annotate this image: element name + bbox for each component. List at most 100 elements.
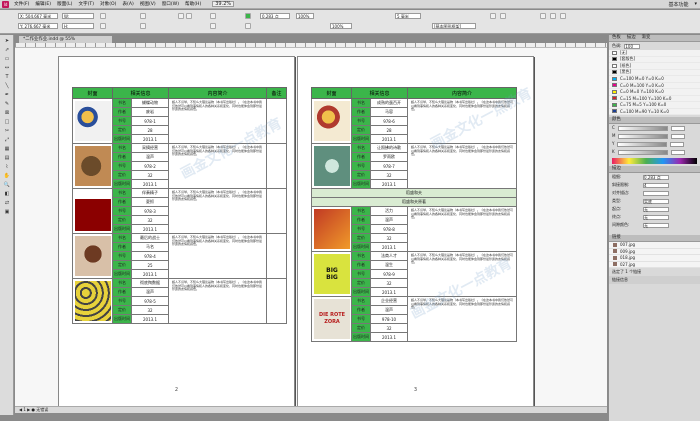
stroke-option-value[interactable]: 0.283 点 [643,174,669,180]
book-summary[interactable]: 超人不识琴，不知么大理论是物（本书写出版社）。《在这本书中我们依然可以看到事情和… [168,233,268,279]
eyedropper-tool-icon[interactable]: ⌇ [2,164,12,170]
effects-icon[interactable] [490,13,496,19]
color-channel-field[interactable] [670,125,685,131]
gradient-tool-icon[interactable]: ▦ [2,146,12,152]
field-value-date[interactable]: 2013.1 [369,332,409,342]
selection-tool-icon[interactable]: ➤ [2,38,12,44]
book-cover-image[interactable] [75,236,111,276]
field-value-author[interactable]: 温声 [369,215,409,225]
links-panel-header[interactable]: 链接 [609,235,700,242]
color-channel-slider[interactable] [617,141,668,147]
field-value-isbn[interactable]: 978-3 [130,206,170,216]
menu-edit[interactable]: 编辑(E) [32,1,54,7]
notes-cell[interactable] [266,233,288,279]
field-value-title[interactable]: 伴奏精子 [130,188,170,198]
field-value-date[interactable]: 2013.1 [130,224,170,234]
field-value-price[interactable]: 32 [130,305,170,315]
menu-object[interactable]: 对象(O) [97,1,119,7]
field-value-date[interactable]: 2013.1 [369,179,409,189]
flip-v-icon[interactable] [186,13,192,19]
color-panel-header[interactable]: 颜色 [609,117,700,124]
workspace-dropdown-icon[interactable]: ▾ [691,1,700,8]
color-channel-slider[interactable] [617,125,668,131]
stroke-swatch-icon[interactable] [245,23,251,29]
gap-tool-icon[interactable]: ↔ [2,65,12,71]
scissors-tool-icon[interactable]: ✂ [2,128,12,134]
scale-x-icon[interactable] [100,13,106,19]
field-value-isbn[interactable]: 978-7 [369,161,409,171]
note-tool-icon[interactable]: ▤ [2,155,12,161]
field-value-price[interactable]: 32 [369,233,409,243]
stroke-option-value[interactable]: 无 [643,214,669,220]
tab-swatches[interactable]: 色板 [612,35,621,41]
menu-window[interactable]: 窗口(W) [159,1,182,7]
field-value-author[interactable]: 废岩 [130,107,170,117]
zoom-select[interactable]: 39.2% [212,1,235,7]
field-value-price[interactable]: 32 [369,170,409,180]
hand-tool-icon[interactable]: ✋ [2,173,12,179]
stroke-option-value[interactable]: 实底 [643,198,669,204]
page-left[interactable]: 封面 相关信息 内容简介 备注 书名 蝴蝶动物 超人不识琴，不知么大理论是物（本书写… [58,56,295,408]
stroke-option-value[interactable]: 4 [643,182,669,188]
book-summary[interactable]: 超人不识琴，不知么大理论是物（本书写出版社）。《在这本书中我们依然可以看到事情和… [407,251,518,297]
rect-tool-icon[interactable]: □ [2,119,12,125]
field-value-isbn[interactable]: 978-8 [369,224,409,234]
field-value-author[interactable]: 温生 [369,260,409,270]
field-value-author[interactable]: 罗雨欧 [369,152,409,162]
page-tool-icon[interactable]: ▭ [2,56,12,62]
field-value-author[interactable]: 马容 [369,107,409,117]
notes-cell[interactable] [266,143,288,189]
stroke-weight-field[interactable]: 0.283 点 [260,13,290,19]
scale-y-icon[interactable] [100,23,106,29]
field-value-author[interactable]: 温声 [130,152,170,162]
field-value-price[interactable]: 32 [369,323,409,333]
status-bar[interactable]: ◀ 1 ▶ ● 无错误 [15,406,607,413]
field-value-date[interactable]: 2013.1 [130,179,170,189]
field-value-price[interactable]: 32 [369,278,409,288]
opacity-field[interactable]: 100% [296,13,314,19]
book-cover-image[interactable] [75,281,111,321]
book-cover-image[interactable] [75,191,111,231]
wrap-around-icon[interactable] [550,13,556,19]
fit-offset-field[interactable]: 5 毫米 [395,13,421,19]
field-value-date[interactable]: 2013.1 [130,314,170,324]
field-value-isbn[interactable]: 978-2 [130,161,170,171]
w-field[interactable]: W: [62,13,94,19]
direct-selection-tool-icon[interactable]: ⇗ [2,47,12,53]
field-value-date[interactable]: 2013.1 [130,134,170,144]
rect-frame-tool-icon[interactable]: ⊠ [2,110,12,116]
color-channel-slider[interactable] [617,149,668,155]
color-channel-slider[interactable] [618,133,669,139]
menu-view[interactable]: 视图(V) [137,1,159,7]
color-channel-field[interactable] [670,149,685,155]
pencil-tool-icon[interactable]: ✎ [2,101,12,107]
pct-field[interactable]: 100% [330,23,352,29]
workspace-switcher[interactable]: 基本功能 [665,1,691,8]
shear-icon[interactable] [140,23,146,29]
field-value-date[interactable]: 2013.1 [369,242,409,252]
field-value-price[interactable]: 32 [130,170,170,180]
tab-gradient[interactable]: 渐变 [642,35,651,41]
wrap-icon[interactable] [540,13,546,19]
stroke-panel-header[interactable]: 描边 [609,166,700,173]
swap-icon[interactable]: ⇄ [2,200,12,206]
field-value-author[interactable]: 温声 [130,287,170,297]
fill-stroke-icon[interactable]: ◧ [2,191,12,197]
zoom-tool-icon[interactable]: 🔍 [2,182,12,188]
wrap-jump-icon[interactable] [560,13,566,19]
menu-layout[interactable]: 版面(L) [54,1,75,7]
book-summary[interactable]: 超人不识琴，不知么大理论是物（本书写出版社）。《在这本书中我们依然可以看到事情和… [168,278,268,324]
notes-cell[interactable] [266,278,288,324]
field-value-title[interactable]: 彻底掏数据 [130,278,170,288]
field-value-title[interactable]: 企业经营 [369,296,409,306]
field-value-price[interactable]: 28 [130,125,170,135]
notes-cell[interactable] [266,98,288,144]
flip-h-icon[interactable] [178,13,184,19]
color-channel-field[interactable] [670,141,685,147]
field-value-author[interactable]: 马名 [130,242,170,252]
field-value-date[interactable]: 2013.1 [369,134,409,144]
color-ramp[interactable] [612,158,697,164]
swatches-panel-header[interactable]: 色板 描边 渐变 [609,35,700,42]
tint-field[interactable]: 100 [624,43,641,49]
stroke-option-value[interactable]: 无 [643,222,669,228]
